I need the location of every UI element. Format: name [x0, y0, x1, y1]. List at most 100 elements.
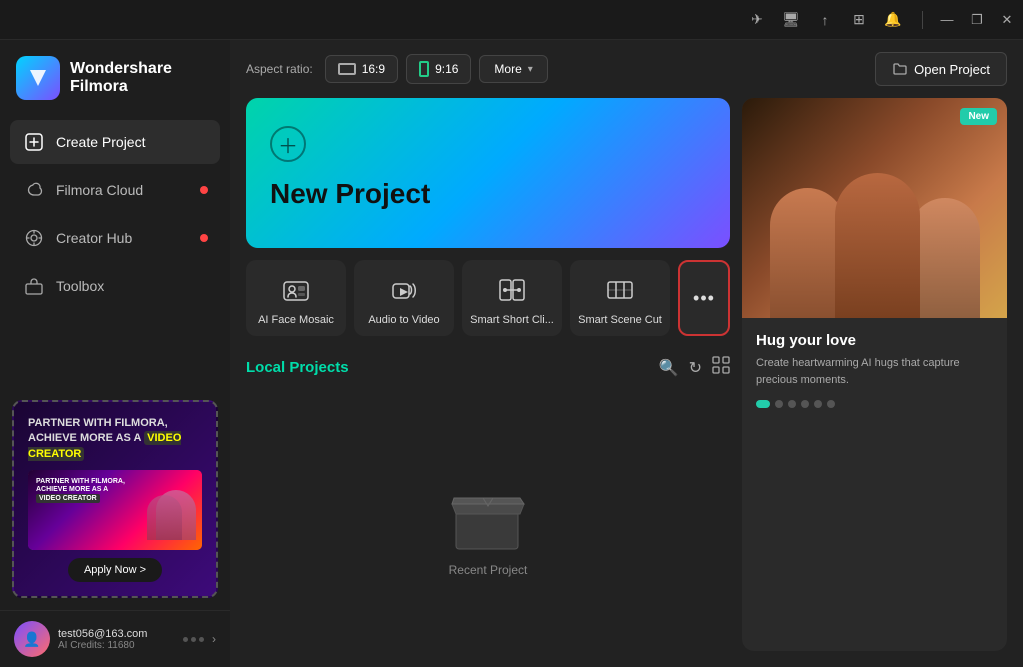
- user-expand-arrow[interactable]: ›: [212, 632, 216, 646]
- audio-to-video-button[interactable]: Audio to Video: [354, 260, 454, 336]
- new-project-label: New Project: [270, 178, 706, 210]
- smart-short-clip-icon: [496, 274, 528, 306]
- dot-5: [814, 400, 822, 408]
- content-area: ＋ New Project: [230, 98, 1023, 667]
- logo-icon: [16, 56, 60, 100]
- window-controls: — ❐ ✕: [939, 12, 1015, 28]
- view-toggle-icon[interactable]: [712, 356, 730, 379]
- toolbox-icon: [24, 276, 44, 296]
- empty-box-icon: [448, 486, 528, 551]
- search-icon[interactable]: 🔍: [659, 358, 679, 378]
- aspect-16-9-button[interactable]: 16:9: [325, 55, 398, 83]
- left-column: ＋ New Project: [246, 98, 730, 651]
- local-projects-actions: 🔍 ↻: [659, 356, 730, 379]
- user-info: 👤 test056@163.com AI Credits: 11680 ›: [0, 610, 230, 667]
- airplane-icon[interactable]: ✈: [748, 11, 766, 29]
- monitor-icon[interactable]: 🖥: [782, 11, 800, 29]
- sidebar-item-creator-hub[interactable]: Creator Hub: [10, 216, 220, 260]
- featured-description: Create heartwarming AI hugs that capture…: [756, 355, 993, 388]
- divider: [922, 11, 923, 29]
- smart-short-clip-label: Smart Short Cli...: [470, 314, 554, 326]
- dot-4: [801, 400, 809, 408]
- dot-3: [788, 400, 796, 408]
- local-projects-header: Local Projects 🔍 ↻: [246, 348, 730, 391]
- more-aspect-button[interactable]: More ▾: [479, 55, 547, 83]
- sidebar-label-creator-hub: Creator Hub: [56, 230, 132, 246]
- dot2: [191, 637, 196, 642]
- sidebar-label-filmora-cloud: Filmora Cloud: [56, 182, 143, 198]
- ai-face-mosaic-button[interactable]: AI Face Mosaic: [246, 260, 346, 336]
- sidebar-item-create-project[interactable]: Create Project: [10, 120, 220, 164]
- featured-card[interactable]: New Hug Your Love ♥ Hug your love Create…: [742, 98, 1007, 651]
- sidebar-label-create-project: Create Project: [56, 134, 145, 150]
- toolbar: Aspect ratio: 16:9 9:16 More ▾ Open Proj…: [230, 40, 1023, 98]
- smart-scene-cut-label: Smart Scene Cut: [578, 314, 662, 326]
- ad-banner-image: PARTNER WITH FILMORA,ACHIEVE MORE AS AVI…: [28, 470, 202, 550]
- logo-text: Wondershare Filmora: [70, 60, 172, 96]
- sidebar-item-toolbox[interactable]: Toolbox: [10, 264, 220, 308]
- app-logo: Wondershare Filmora: [0, 40, 230, 120]
- user-email: test056@163.com: [58, 628, 175, 640]
- more-quick-actions-button[interactable]: •••: [678, 260, 730, 336]
- creator-hub-notification-dot: [200, 234, 208, 242]
- dot-2: [775, 400, 783, 408]
- local-projects-title: Local Projects: [246, 359, 349, 376]
- ad-banner: PARTNER WITH FILMORA, ACHIEVE MORE AS A …: [12, 400, 218, 598]
- sidebar-item-filmora-cloud[interactable]: Filmora Cloud: [10, 168, 220, 212]
- dot1: [183, 637, 188, 642]
- refresh-icon[interactable]: ↻: [689, 358, 702, 378]
- dot-1: [756, 400, 770, 408]
- aspect-9-16-button[interactable]: 9:16: [406, 54, 471, 84]
- smart-short-clip-button[interactable]: Smart Short Cli...: [462, 260, 562, 336]
- aspect-ratio-label: Aspect ratio:: [246, 62, 313, 76]
- sidebar: Wondershare Filmora Create Project: [0, 40, 230, 667]
- empty-state-label: Recent Project: [449, 563, 528, 577]
- 16-9-icon: [338, 63, 356, 75]
- featured-title: Hug your love: [756, 332, 993, 349]
- audio-to-video-icon: [388, 274, 420, 306]
- open-project-button[interactable]: Open Project: [875, 52, 1007, 86]
- title-bar: ✈ 🖥 ↑ ⊞ 🔔 — ❐ ✕: [0, 0, 1023, 40]
- featured-new-badge: New: [960, 108, 997, 125]
- main-content: Aspect ratio: 16:9 9:16 More ▾ Open Proj…: [230, 40, 1023, 667]
- creator-hub-icon: [24, 228, 44, 248]
- maximize-button[interactable]: ❐: [969, 12, 985, 28]
- ai-face-mosaic-icon: [280, 274, 312, 306]
- featured-image: New Hug Your Love ♥: [742, 98, 1007, 318]
- ad-apply-button[interactable]: Apply Now >: [68, 558, 162, 582]
- app-name: Wondershare: [70, 60, 172, 78]
- filmora-cloud-notification-dot: [200, 186, 208, 194]
- sidebar-nav: Create Project Filmora Cloud: [0, 120, 230, 308]
- create-project-icon: [24, 132, 44, 152]
- close-button[interactable]: ✕: [999, 12, 1015, 28]
- more-dots-icon: •••: [693, 288, 715, 309]
- smart-scene-cut-icon: [604, 274, 636, 306]
- sidebar-label-toolbox: Toolbox: [56, 278, 104, 294]
- minimize-button[interactable]: —: [939, 12, 955, 28]
- featured-pagination-dots: [756, 400, 993, 408]
- new-project-card[interactable]: ＋ New Project: [246, 98, 730, 248]
- user-status-dots: [183, 637, 204, 642]
- 9-16-icon: [419, 61, 429, 77]
- filmora-cloud-icon: [24, 180, 44, 200]
- more-chevron-icon: ▾: [528, 64, 533, 75]
- smart-scene-cut-button[interactable]: Smart Scene Cut: [570, 260, 670, 336]
- bell-icon[interactable]: 🔔: [884, 11, 902, 29]
- dot-6: [827, 400, 835, 408]
- right-column: New Hug Your Love ♥ Hug your love Create…: [742, 98, 1007, 651]
- app-body: Wondershare Filmora Create Project: [0, 40, 1023, 667]
- quick-actions: AI Face Mosaic Audio to Video: [246, 260, 730, 336]
- folder-icon: [892, 61, 908, 77]
- audio-to-video-label: Audio to Video: [368, 314, 439, 326]
- new-project-plus-icon: ＋: [270, 126, 306, 162]
- title-bar-icons: ✈ 🖥 ↑ ⊞ 🔔: [748, 11, 927, 29]
- dot3: [199, 637, 204, 642]
- upload-icon[interactable]: ↑: [816, 11, 834, 29]
- empty-state: Recent Project: [246, 391, 730, 651]
- ad-banner-text: PARTNER WITH FILMORA, ACHIEVE MORE AS A …: [28, 416, 202, 462]
- ai-face-mosaic-label: AI Face Mosaic: [258, 314, 334, 326]
- grid-icon[interactable]: ⊞: [850, 11, 868, 29]
- avatar: 👤: [14, 621, 50, 657]
- app-subtitle: Filmora: [70, 78, 172, 96]
- featured-content: Hug your love Create heartwarming AI hug…: [742, 318, 1007, 422]
